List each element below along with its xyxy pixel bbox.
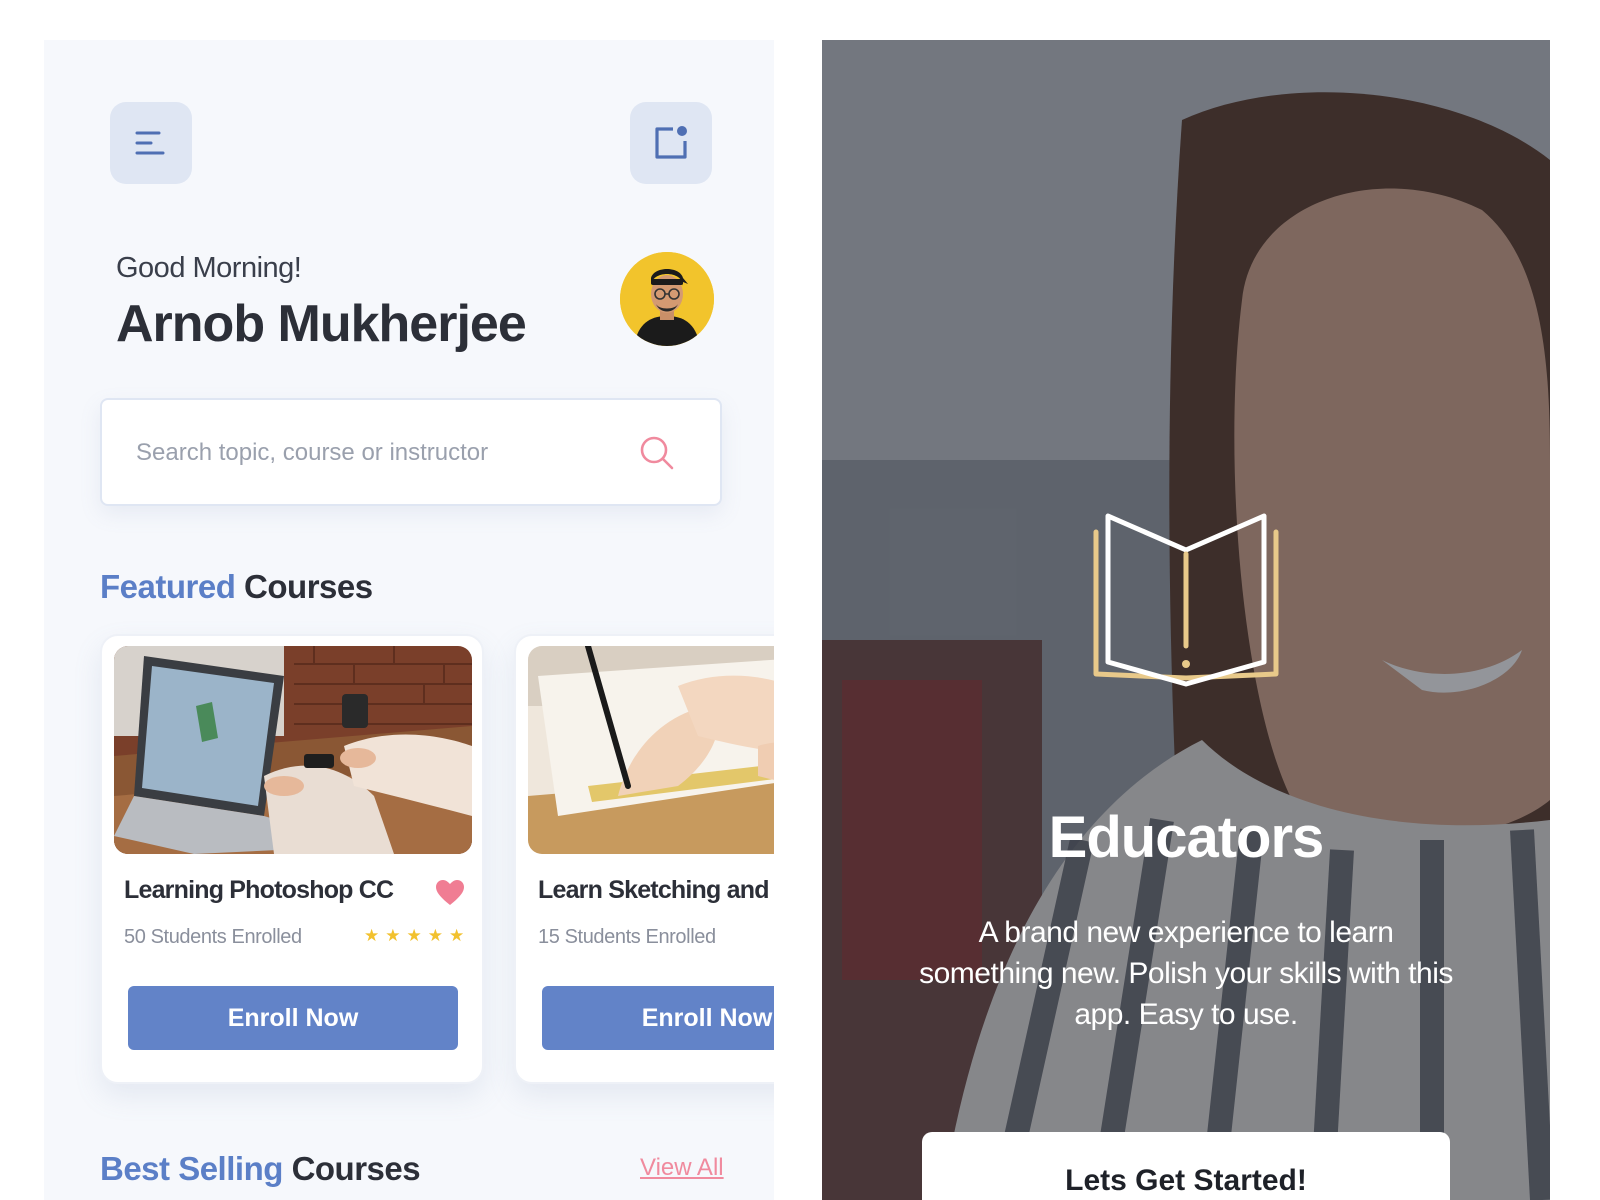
view-all-link[interactable]: View All <box>640 1154 724 1182</box>
star-rating: ★★★★★ <box>364 926 471 945</box>
heading-rest: Courses <box>291 1150 421 1187</box>
course-card[interactable]: Learning Photoshop CC 50 Students Enroll… <box>100 634 484 1084</box>
search-icon[interactable] <box>638 434 676 472</box>
get-started-button[interactable]: Lets Get Started! <box>922 1132 1450 1200</box>
notification-button[interactable] <box>630 102 712 184</box>
welcome-screen: Educators A brand new experience to lear… <box>822 40 1550 1200</box>
notification-icon <box>655 126 687 159</box>
heading-accent: Featured <box>100 568 236 605</box>
best-selling-courses-heading: Best Selling Courses <box>100 1150 421 1188</box>
course-card[interactable]: Learn Sketching and 15 Students Enrolled… <box>514 634 774 1084</box>
search-bar <box>100 398 722 506</box>
avatar-image <box>620 252 714 346</box>
greeting-text: Good Morning! <box>116 252 302 284</box>
enroll-now-button[interactable]: Enroll Now <box>128 986 458 1050</box>
menu-icon <box>135 131 165 155</box>
course-title[interactable]: Learn Sketching and <box>538 876 769 905</box>
app-title: Educators <box>1048 805 1325 870</box>
open-book-icon <box>1093 513 1279 687</box>
user-name: Arnob Mukherjee <box>116 295 527 353</box>
heading-accent: Best Selling <box>100 1150 283 1187</box>
course-title[interactable]: Learning Photoshop CC <box>124 876 394 905</box>
heading-rest: Courses <box>244 568 373 605</box>
heart-icon[interactable] <box>436 880 464 906</box>
enroll-now-button[interactable]: Enroll Now <box>542 986 774 1050</box>
course-thumbnail <box>114 646 472 854</box>
avatar[interactable] <box>620 252 714 346</box>
students-enrolled: 15 Students Enrolled <box>538 926 716 948</box>
featured-courses-heading: Featured Courses <box>100 568 373 606</box>
students-enrolled: 50 Students Enrolled <box>124 926 302 948</box>
home-screen: Good Morning! Arnob Mukherjee Featured C… <box>44 40 774 1200</box>
app-tagline: A brand new experience to learn somethin… <box>919 916 1453 1031</box>
menu-button[interactable] <box>110 102 192 184</box>
search-input[interactable] <box>136 434 606 472</box>
course-thumbnail <box>528 646 774 854</box>
